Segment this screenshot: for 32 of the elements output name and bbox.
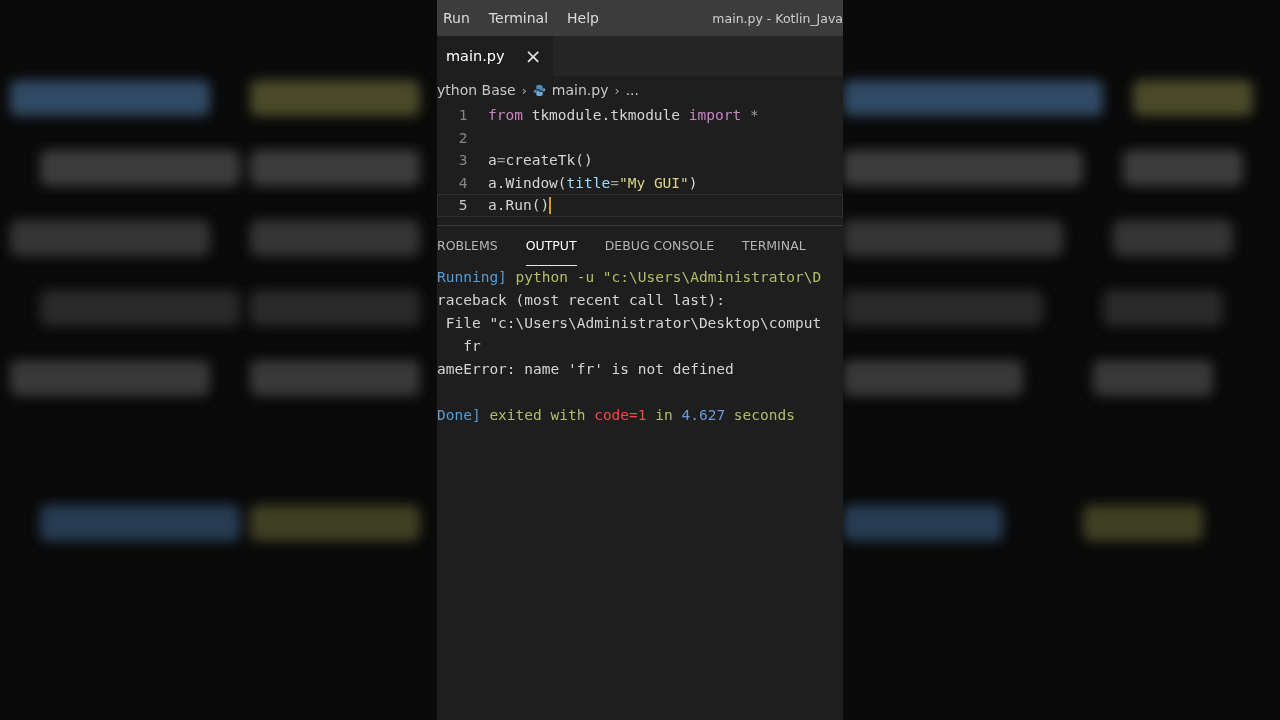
menu-item[interactable]: Terminal [488, 10, 558, 26]
text-cursor [549, 196, 552, 214]
line-number: 4 [457, 174, 469, 191]
code-text: a.Run() [488, 197, 550, 214]
line-number: 2 [457, 129, 469, 146]
code-text: from tkmodule.tkmodule import * [488, 107, 759, 124]
breadcrumb-item[interactable]: ython Base [437, 82, 516, 98]
close-icon[interactable]: × [524, 44, 542, 68]
output-line: File "c:\Users\Administrator\Desktop\comput [444, 315, 822, 331]
panel-tab[interactable]: OUTPUT [525, 225, 577, 266]
breadcrumb-item[interactable]: main.py [551, 82, 609, 98]
output-line: raceback (most recent call last): [437, 292, 726, 308]
line-number: 3 [457, 152, 469, 169]
panel-tab[interactable]: TERMINAL [742, 225, 806, 266]
chevron-icon: › [521, 82, 527, 98]
line-number: 1 [457, 107, 469, 124]
panel-tab[interactable]: DEBUG CONSOLE [604, 225, 715, 266]
editor-tab[interactable]: main.py × [437, 36, 554, 76]
window-title: main.py - Kotlin_Java [712, 10, 843, 26]
menu-item[interactable]: Run [443, 10, 479, 26]
line-number: 5 [457, 197, 469, 214]
breadcrumb-item[interactable]: ... [625, 82, 639, 98]
code-text: a=createTk() [488, 152, 593, 169]
panel-tab[interactable]: ROBLEMS [437, 225, 498, 266]
output-line: Done] exited with code=1 in 4.627 seconds [437, 407, 795, 423]
python-file-icon [532, 83, 546, 97]
code-text: a.Window(title="My GUI") [488, 174, 698, 191]
output-line: ameError: name 'fr' is not defined [437, 361, 734, 377]
chevron-icon: › [614, 82, 620, 98]
output-line: fr [462, 338, 481, 354]
output-line: Running] python -u "c:\Users\Administrator\D [437, 269, 822, 285]
menu-item[interactable]: Help [567, 10, 608, 26]
